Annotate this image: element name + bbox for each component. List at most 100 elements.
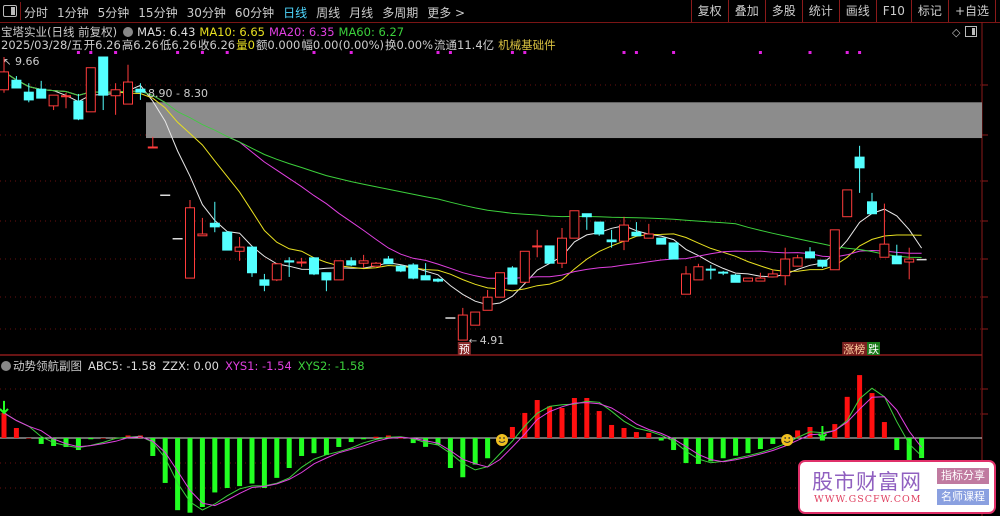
candle-body: [842, 189, 853, 218]
indicator-bar: [894, 438, 900, 451]
top-marker: [114, 51, 118, 54]
candle: [619, 216, 629, 251]
candle-body: [767, 273, 778, 278]
candle-body: [333, 260, 344, 281]
indicator-bar: [633, 432, 639, 438]
candle: [532, 229, 543, 258]
chart-canvas[interactable]: 8.90 - 8.309.66↖← 4.91预 涨榜跌: [0, 0, 1000, 516]
candle-body: [867, 201, 877, 215]
candle-body: [792, 257, 803, 267]
candle-body: [247, 246, 257, 274]
candle: [383, 256, 394, 265]
top-marker: [808, 51, 812, 54]
candle: [594, 221, 605, 236]
top-marker: [622, 51, 626, 54]
candle-body: [85, 67, 96, 113]
candle-body: [780, 258, 791, 277]
candle: [147, 136, 158, 149]
smiley-eye: [784, 437, 787, 439]
zzx-label: ZZX: 0.00: [162, 359, 219, 373]
candle-body: [73, 100, 84, 120]
indicator-bar: [658, 438, 664, 441]
indicator-name[interactable]: 动势领航副图: [13, 359, 82, 373]
candle: [457, 307, 468, 341]
candle-body: [743, 277, 753, 282]
indicator-bar: [13, 427, 19, 438]
candle: [358, 254, 369, 268]
indicator-bar: [745, 438, 751, 454]
indicator-bar: [695, 438, 701, 464]
candle-body: [185, 207, 195, 279]
xys2-label: XYS2: -1.58: [297, 359, 365, 373]
indicator-bar: [373, 436, 379, 438]
watermark-tag-course: 名师课程: [937, 489, 989, 505]
indicator-menu-icon[interactable]: [1, 361, 11, 371]
indicator-bar: [224, 438, 230, 489]
candle: [842, 189, 853, 218]
watermark-tag-share: 指标分享: [937, 468, 989, 484]
candle-body: [755, 277, 766, 282]
indicator-bar: [609, 424, 615, 438]
candle-body: [259, 279, 270, 286]
watermark-logo: 股市财富网 WWW.GSCFW.COM 指标分享 名师课程: [798, 460, 996, 514]
top-marker: [523, 51, 527, 54]
candle-body: [730, 274, 741, 283]
candle-body: [606, 239, 617, 243]
candle: [371, 262, 381, 267]
indicator-bar: [274, 438, 280, 478]
candle: [309, 257, 319, 276]
candle-body: [705, 268, 716, 271]
top-marker: [76, 51, 80, 54]
candle-body: [371, 262, 381, 267]
indicator-bar: [361, 438, 367, 440]
candle-body: [643, 233, 654, 239]
candle: [879, 203, 890, 258]
candle-body: [395, 265, 406, 272]
candle: [519, 250, 530, 283]
candle: [222, 231, 233, 251]
indicator-bar: [26, 438, 32, 439]
candle-body: [284, 260, 295, 263]
candle: [681, 266, 691, 295]
candle: [433, 278, 443, 283]
candle: [259, 273, 270, 292]
candle: [693, 263, 704, 281]
candle: [829, 229, 840, 271]
candle-body: [197, 233, 208, 237]
indicator-bar: [286, 438, 292, 469]
candle-body: [557, 237, 567, 264]
candle-body: [904, 258, 915, 263]
price-zone: [146, 102, 982, 139]
indicator-bar: [621, 427, 627, 438]
indicator-bar: [584, 397, 590, 438]
smiley-eye: [788, 437, 791, 439]
candle-body: [507, 267, 518, 285]
candle: [507, 266, 518, 285]
candle-body: [234, 246, 245, 252]
candle: [867, 192, 877, 215]
abc5-label: ABC5: -1.58: [88, 359, 157, 373]
candle-body: [309, 257, 319, 275]
indicator-bar: [857, 375, 863, 438]
candle-body: [829, 229, 840, 271]
candle-body: [271, 263, 282, 281]
candle-body: [408, 264, 419, 279]
candle: [581, 213, 592, 230]
indicator-bar: [646, 432, 652, 438]
smiley-eye: [503, 437, 505, 439]
candle-body: [718, 271, 729, 274]
candle: [495, 272, 505, 298]
candle-body: [296, 261, 307, 264]
candle: [718, 270, 729, 276]
candle: [656, 237, 667, 245]
top-marker: [349, 51, 353, 54]
top-marker: [176, 51, 180, 54]
indicator-bar: [249, 438, 255, 484]
indicator-bar: [708, 438, 714, 462]
candle-body: [854, 156, 865, 169]
watermark-logo-text: 股市财富网: [812, 470, 922, 494]
candle-body: [433, 278, 443, 282]
candle: [247, 245, 257, 277]
candle: [767, 269, 778, 278]
candle-body: [0, 71, 9, 91]
